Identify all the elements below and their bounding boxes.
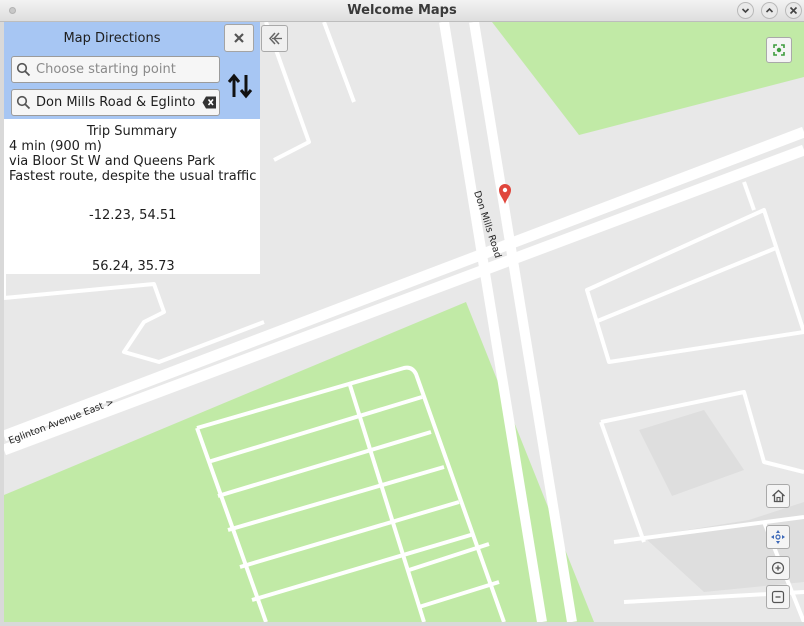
coordinate-readout-2: 56.24, 35.73 xyxy=(92,259,175,274)
trip-via: via Bloor St W and Queens Park xyxy=(9,154,216,169)
zoom-in-button[interactable] xyxy=(766,556,790,580)
zoom-out-button[interactable] xyxy=(766,585,790,609)
pan-icon xyxy=(771,530,785,544)
maximize-button[interactable] xyxy=(761,2,778,19)
title-bar: Welcome Maps xyxy=(0,0,804,22)
destination-input[interactable] xyxy=(36,93,196,111)
trip-summary: Trip Summary 4 min (900 m) via Bloor St … xyxy=(9,124,256,184)
back-arrow-icon xyxy=(268,32,282,45)
swap-icon[interactable] xyxy=(227,72,253,100)
home-icon xyxy=(771,489,785,503)
search-icon xyxy=(16,95,31,110)
coordinate-readout-1: -12.23, 54.51 xyxy=(89,208,177,223)
clear-text-icon[interactable] xyxy=(202,96,217,109)
close-icon xyxy=(234,33,244,43)
trip-note: Fastest route, despite the usual traffic xyxy=(9,169,257,184)
home-button[interactable] xyxy=(766,484,790,508)
start-point-input[interactable] xyxy=(36,60,196,78)
directions-title: Map Directions xyxy=(63,31,161,46)
start-point-field[interactable] xyxy=(11,56,220,83)
destination-field[interactable] xyxy=(11,89,220,116)
directions-panel-header: Map Directions xyxy=(4,22,260,119)
zoom-in-icon xyxy=(771,561,785,575)
close-icon xyxy=(789,6,798,15)
chevron-down-icon xyxy=(741,8,750,14)
trip-summary-title: Trip Summary xyxy=(86,124,178,139)
pan-button[interactable] xyxy=(766,525,790,549)
recenter-button[interactable] xyxy=(766,37,792,63)
minimize-button[interactable] xyxy=(737,2,754,19)
search-icon xyxy=(16,62,31,77)
zoom-out-icon xyxy=(771,590,785,604)
trip-duration: 4 min (900 m) xyxy=(9,139,102,154)
chevron-up-icon xyxy=(765,7,774,13)
directions-panel: Map Directions Trip Summary 4 min (900 m… xyxy=(4,22,260,274)
close-directions-button[interactable] xyxy=(224,24,254,52)
close-window-button[interactable] xyxy=(785,2,802,19)
window-title: Welcome Maps xyxy=(347,3,457,18)
collapse-panel-button[interactable] xyxy=(261,25,288,52)
recenter-icon xyxy=(773,44,785,56)
